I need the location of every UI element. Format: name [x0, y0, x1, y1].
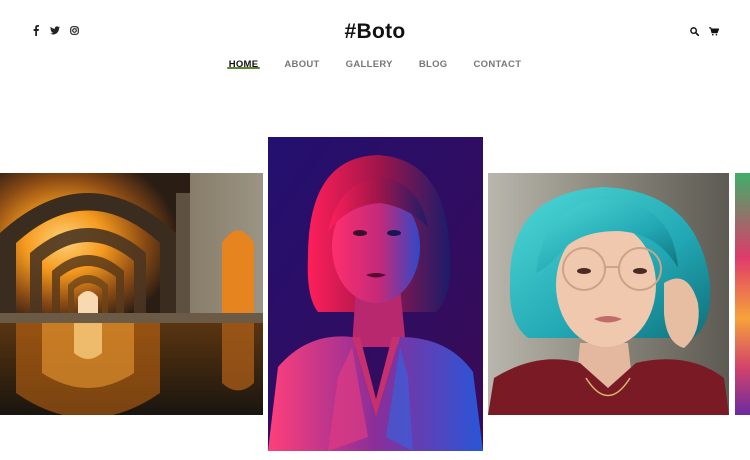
arches-image [0, 173, 263, 415]
gallery-slide-arches[interactable] [0, 173, 263, 415]
blue-hair-portrait-image [488, 173, 729, 415]
image-gallery-slider [0, 0, 750, 460]
gallery-slide-neon-portrait[interactable] [268, 137, 483, 451]
neon-portrait-image [268, 137, 483, 451]
gallery-slide-partial[interactable] [735, 173, 750, 415]
gallery-slide-blue-hair[interactable] [488, 173, 729, 415]
